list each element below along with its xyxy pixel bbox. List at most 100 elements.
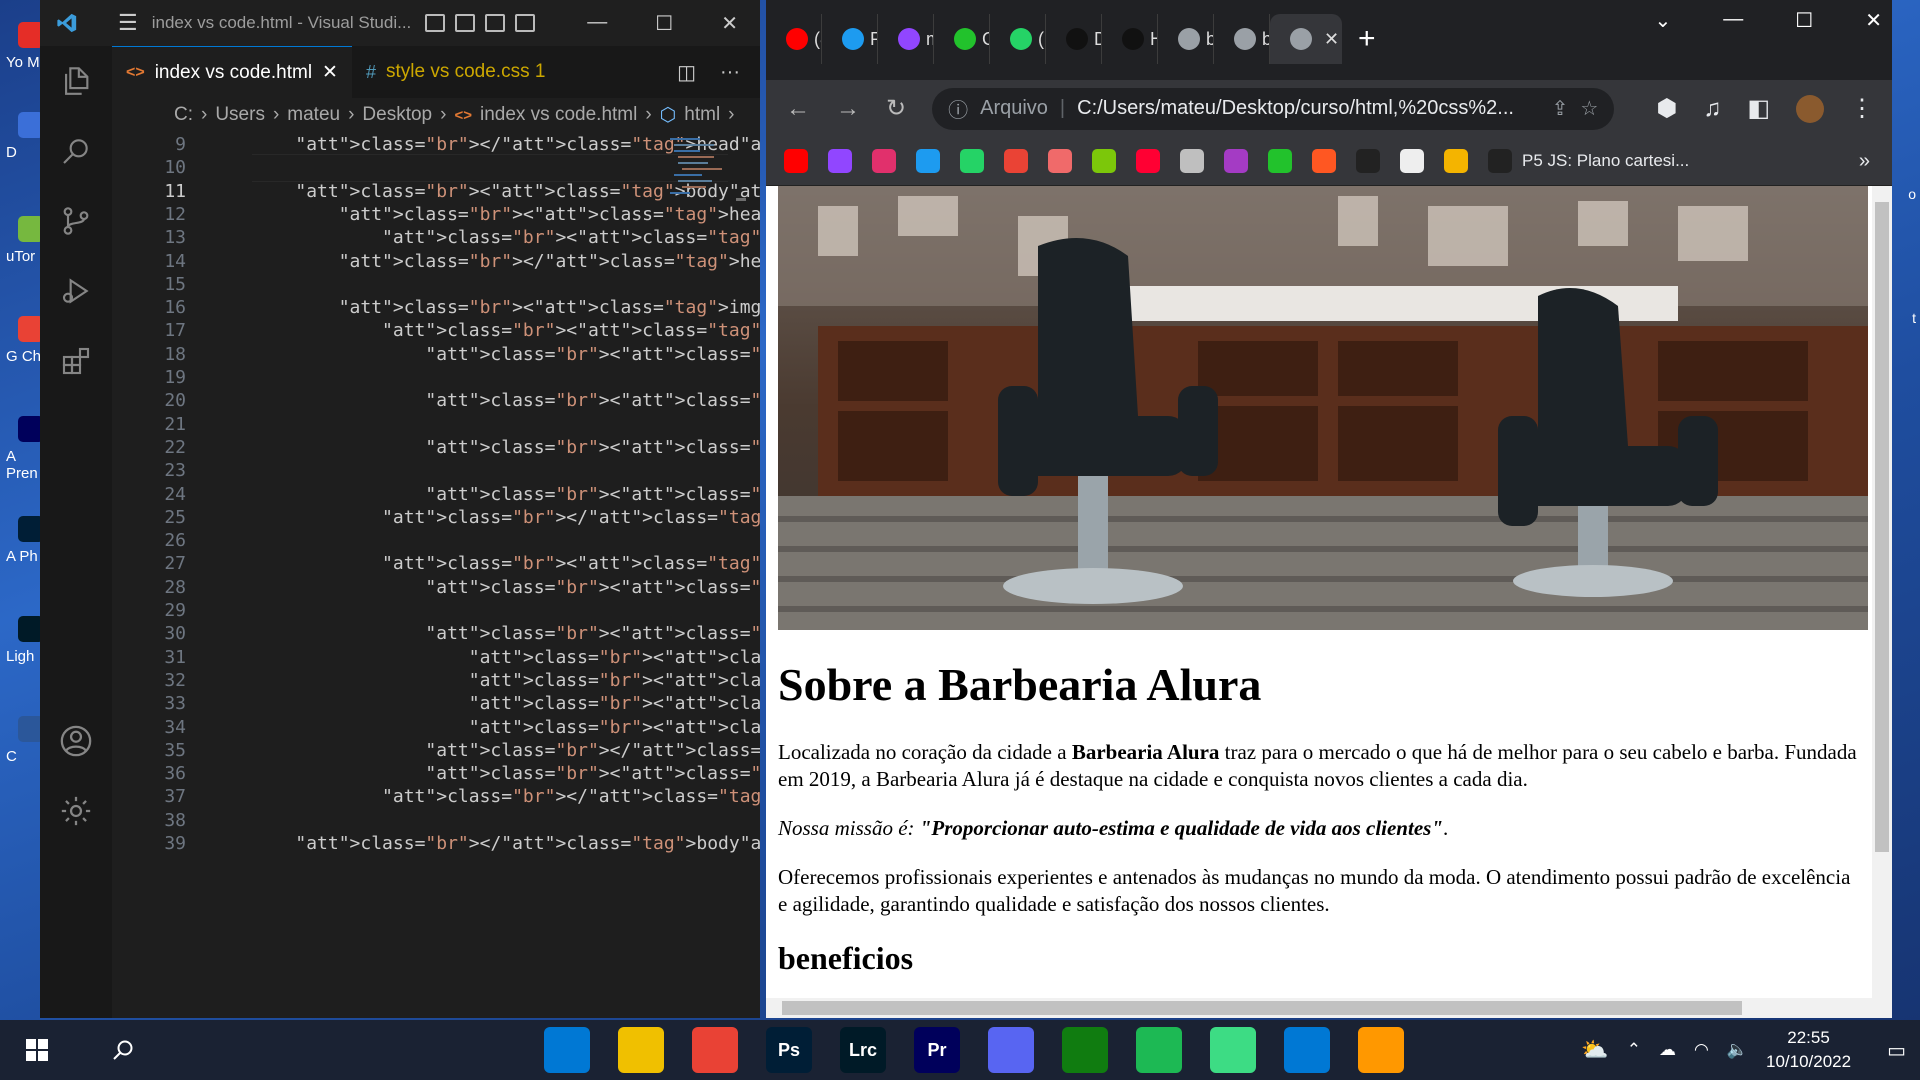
youtube-icon[interactable]: [784, 149, 808, 173]
weather-icon[interactable]: ⛅: [1581, 1037, 1608, 1063]
slides-icon[interactable]: [1444, 149, 1468, 173]
toggle-panel-icon[interactable]: [455, 14, 476, 32]
desktop-icon-adobe-photoshop[interactable]: A Ph: [6, 516, 44, 565]
vertical-scrollbar[interactable]: [1872, 186, 1892, 1018]
store-icon[interactable]: [544, 1027, 590, 1073]
menu-icon[interactable]: ☰: [118, 10, 138, 36]
browser-tab[interactable]: G: [934, 14, 990, 64]
share-icon[interactable]: ⇪: [1552, 96, 1569, 121]
code-line[interactable]: "att">class="br"><"att">class="tag">h3 "…: [252, 577, 760, 598]
maximize-icon[interactable]: ☐: [655, 11, 673, 36]
bookmark-p5js[interactable]: P5 JS: Plano cartesi...: [1488, 149, 1689, 173]
asana-icon[interactable]: [1048, 149, 1072, 173]
twitch-icon[interactable]: [828, 149, 852, 173]
code-line[interactable]: "att">class="br"><"att">class="tag">p"at…: [252, 484, 760, 505]
atom-icon[interactable]: [1210, 1027, 1256, 1073]
close-tab-icon[interactable]: ✕: [1324, 29, 1339, 50]
horizontal-scrollbar[interactable]: [766, 998, 1872, 1018]
browser-tab[interactable]: (: [990, 14, 1046, 64]
volume-icon[interactable]: 🔈: [1727, 1040, 1748, 1060]
code-line[interactable]: "att">class="br"><"att">class="tag">img …: [252, 763, 760, 784]
code-line[interactable]: "att">class="br"></"att">class="tag">div…: [252, 507, 760, 528]
breadcrumb-item[interactable]: mateu: [287, 104, 340, 126]
desktop-icon-adobe-premiere[interactable]: A Pren: [6, 416, 44, 482]
maximize-icon[interactable]: ☐: [1795, 8, 1813, 33]
code-line[interactable]: "att">class="br"><"att">class="tag">h2 "…: [252, 344, 760, 365]
premiere-icon[interactable]: Pr: [914, 1027, 960, 1073]
browser-tab[interactable]: ✕: [1270, 14, 1342, 64]
toggle-secondary-sidebar-icon[interactable]: [485, 14, 506, 32]
more-actions-icon[interactable]: ···: [720, 61, 740, 84]
side-panel-icon[interactable]: ◧: [1747, 94, 1770, 123]
browser-tab[interactable]: (8: [766, 14, 822, 64]
breadcrumb-item[interactable]: index vs code.html: [480, 104, 637, 126]
code-line[interactable]: "att">class="br"><"att">class="tag">ul"a…: [252, 623, 760, 644]
close-icon[interactable]: ✕: [721, 11, 738, 36]
gmail-icon[interactable]: [1004, 149, 1028, 173]
address-bar[interactable]: ⓘ Arquivo | C:/Users/mateu/Desktop/curso…: [932, 87, 1615, 130]
explorer-icon[interactable]: [40, 46, 112, 116]
discord-icon[interactable]: [988, 1027, 1034, 1073]
spotify-icon[interactable]: [1136, 1027, 1182, 1073]
download-icon[interactable]: [1092, 149, 1116, 173]
clock[interactable]: 22:55 10/10/2022: [1766, 1026, 1851, 1074]
breadcrumb-item[interactable]: Users: [215, 104, 265, 126]
desktop-icon-youtube-music[interactable]: Yo M: [6, 22, 44, 71]
chrome-icon[interactable]: [692, 1027, 738, 1073]
code-line[interactable]: "att">class="br"></"att">class="tag">bod…: [252, 833, 760, 854]
code-line[interactable]: "att">class="br"><"att">class="tag">div …: [252, 553, 760, 574]
url-text[interactable]: C:/Users/mateu/Desktop/curso/html,%20css…: [1077, 97, 1514, 120]
box-icon[interactable]: [1180, 149, 1204, 173]
desktop-icon-utorrent[interactable]: uTor: [6, 216, 44, 265]
code-line[interactable]: "att">class="br"><"att">class="tag">li "…: [252, 670, 760, 691]
code-line[interactable]: "att">class="br"><"att">class="tag">h1 "…: [252, 227, 760, 248]
tab-style-css[interactable]: # style vs code.css 1: [352, 46, 559, 98]
code-line[interactable]: "att">class="br"><"att">class="tag">li "…: [252, 717, 760, 738]
minimap[interactable]: [666, 132, 748, 212]
lightroom-classic-icon[interactable]: Lrc: [840, 1027, 886, 1073]
split-editor-icon[interactable]: ◫: [677, 60, 696, 85]
minimize-icon[interactable]: —: [587, 11, 607, 36]
browser-tab[interactable]: b: [1158, 14, 1214, 64]
extensions-puzzle-icon[interactable]: ⬢: [1656, 94, 1677, 123]
tab-search-icon[interactable]: ⌄: [1655, 8, 1672, 33]
vscode-icon[interactable]: [1284, 1027, 1330, 1073]
code-line[interactable]: "att">class="br"><"att">class="tag">p "a…: [252, 437, 760, 458]
toggle-sidebar-icon[interactable]: [425, 14, 446, 32]
notifications-icon[interactable]: ▭: [1887, 1038, 1906, 1063]
photoshop-icon[interactable]: Ps: [766, 1027, 812, 1073]
scroll-thumb[interactable]: [782, 1001, 1742, 1015]
reload-icon[interactable]: ↻: [886, 94, 906, 123]
extensions-icon[interactable]: [40, 326, 112, 396]
desktop-icon-google-chrome[interactable]: G Ch: [6, 316, 44, 365]
forward-icon[interactable]: →: [836, 95, 860, 123]
browser-tab[interactable]: b: [1214, 14, 1270, 64]
code-editor[interactable]: 9 "att">class="br"></"att">class="tag">h…: [112, 132, 760, 1018]
tab-index-html[interactable]: <> index vs code.html ✕: [112, 46, 352, 98]
code-line[interactable]: "att">class="br"></"att">class="tag">div…: [252, 786, 760, 807]
back-icon[interactable]: ←: [786, 95, 810, 123]
whatsapp-icon[interactable]: [960, 149, 984, 173]
desktop-icon-lightroom[interactable]: Ligh: [6, 616, 44, 665]
start-windows-icon[interactable]: [14, 1027, 60, 1073]
file-explorer-icon[interactable]: [618, 1027, 664, 1073]
browser-tab[interactable]: D: [1046, 14, 1102, 64]
show-hidden-icons[interactable]: ⌃: [1627, 1040, 1641, 1060]
bag-icon[interactable]: [1312, 149, 1336, 173]
account-icon[interactable]: [40, 706, 112, 776]
xbox-icon[interactable]: [1062, 1027, 1108, 1073]
customize-layout-icon[interactable]: [515, 14, 536, 32]
code-line[interactable]: "att">class="br"><"att">class="tag">div …: [252, 320, 760, 341]
video-icon[interactable]: [1136, 149, 1160, 173]
green-app-icon[interactable]: [1268, 149, 1292, 173]
breadcrumb-item[interactable]: C:: [174, 104, 193, 126]
scroll-thumb[interactable]: [1875, 202, 1889, 852]
code-line[interactable]: "att">class="br"><"att">class="tag">img …: [252, 297, 760, 318]
bookmark-star-icon[interactable]: ☆: [1580, 96, 1598, 121]
browser-tab[interactable]: m: [878, 14, 934, 64]
breadcrumb-item[interactable]: Desktop: [362, 104, 432, 126]
code-line[interactable]: "att">class="br"></"att">class="tag">ul"…: [252, 740, 760, 761]
sublime-icon[interactable]: [1358, 1027, 1404, 1073]
codepen-icon[interactable]: [1400, 149, 1424, 173]
minimize-icon[interactable]: —: [1723, 8, 1743, 33]
